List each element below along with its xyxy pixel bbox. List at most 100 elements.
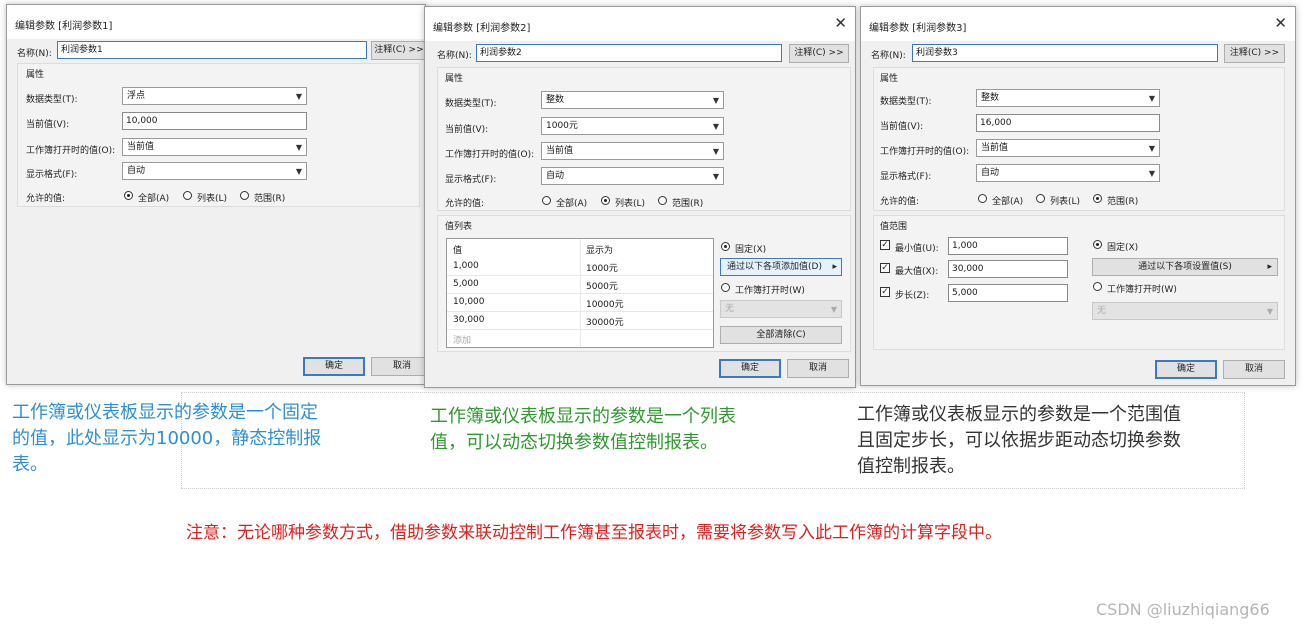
max-label: 最大值(X):	[895, 267, 939, 277]
radio-all[interactable]	[542, 196, 551, 205]
radio-all-label: 全部(A)	[556, 199, 588, 209]
dropdown-arrow-icon: ▼	[712, 96, 719, 105]
value-list[interactable]: 值 显示为 1,000 1000元 5,000 5000元 10,000 100…	[446, 238, 714, 348]
current-value-input[interactable]: 16,000	[976, 114, 1160, 132]
radio-list[interactable]	[183, 191, 192, 200]
current-value-input[interactable]: 10,000	[122, 112, 307, 130]
datatype-value: 整数	[546, 95, 565, 105]
current-value-select[interactable]: 1000元 ▼	[541, 117, 724, 135]
dropdown-arrow-icon: ▼	[712, 122, 719, 131]
note-text: 注意：无论哪种参数方式，借助参数来联动控制工作簿甚至报表时，需要将参数写入此工作…	[186, 523, 1002, 543]
dialog-titlebar[interactable]: 编辑参数 [利润参数1]	[7, 5, 425, 39]
datatype-select[interactable]: 浮点 ▼	[122, 87, 307, 105]
radio-on-open-label: 工作簿打开时(W)	[735, 286, 805, 296]
cancel-button[interactable]: 取消	[787, 359, 849, 378]
value-range-group: 值范围 ✓ 最小值(U): 1,000 ✓ 最大值(X): 30,000 ✓ 步…	[873, 215, 1285, 350]
list-item[interactable]: 10,000 10000元	[447, 293, 713, 312]
radio-all-label: 全部(A)	[138, 194, 170, 204]
list-header: 值 显示为	[447, 239, 713, 257]
list-item[interactable]: 5,000 5000元	[447, 275, 713, 294]
clear-all-button[interactable]: 全部清除(C)	[720, 326, 842, 344]
on-open-select: 无 ▼	[720, 300, 842, 318]
display-format-select[interactable]: 自动 ▼	[122, 162, 307, 180]
set-values-from-button[interactable]: 通过以下各项设置值(S) ▸	[1092, 258, 1278, 276]
display-format-select[interactable]: 自动 ▼	[976, 164, 1160, 182]
radio-range[interactable]	[240, 191, 249, 200]
radio-list-label: 列表(L)	[197, 194, 228, 204]
comment-button[interactable]: 注释(C) >>	[1224, 44, 1285, 63]
name-input[interactable]: 利润参数2	[476, 44, 782, 62]
radio-list-label: 列表(L)	[1050, 197, 1081, 207]
caption-list-value: 工作簿或仪表板显示的参数是一个列表值，可以动态切换参数值控制报表。	[430, 406, 736, 453]
properties-label: 属性	[26, 70, 45, 80]
ok-button[interactable]: 确定	[1155, 360, 1217, 379]
radio-range[interactable]	[1093, 194, 1102, 203]
name-input[interactable]: 利润参数1	[57, 41, 367, 59]
radio-fixed[interactable]	[1093, 240, 1102, 249]
close-icon[interactable]: ✕	[834, 15, 847, 31]
step-input[interactable]: 5,000	[948, 284, 1068, 302]
display-format-value: 自动	[127, 166, 146, 176]
cancel-button[interactable]: 取消	[1223, 360, 1285, 379]
dialog-titlebar[interactable]: 编辑参数 [利润参数3] ✕	[861, 7, 1295, 41]
datatype-select[interactable]: 整数 ▼	[976, 89, 1160, 107]
add-values-from-button[interactable]: 通过以下各项添加值(D) ▸	[720, 258, 842, 276]
comment-button[interactable]: 注释(C) >>	[371, 41, 427, 60]
display-format-label: 显示格式(F):	[445, 175, 497, 185]
ok-button[interactable]: 确定	[303, 357, 365, 376]
min-input[interactable]: 1,000	[948, 237, 1068, 255]
dropdown-arrow-icon: ▼	[1148, 169, 1155, 178]
list-display: 5000元	[586, 282, 618, 292]
edit-parameter-dialog-3: 编辑参数 [利润参数3] ✕ 名称(N): 利润参数3 注释(C) >> 属性 …	[860, 6, 1296, 386]
min-checkbox[interactable]: ✓	[880, 240, 890, 250]
dialog-title: 编辑参数 [利润参数1]	[15, 21, 113, 32]
open-value-select[interactable]: 当前值 ▼	[976, 139, 1160, 157]
chevron-right-icon: ▸	[1267, 262, 1272, 272]
close-icon[interactable]: ✕	[1274, 15, 1287, 31]
list-add-row[interactable]: 添加	[447, 329, 713, 347]
list-item[interactable]: 30,000 30000元	[447, 311, 713, 330]
max-checkbox[interactable]: ✓	[880, 263, 890, 273]
dropdown-arrow-icon: ▼	[712, 147, 719, 156]
display-format-label: 显示格式(F):	[26, 170, 78, 180]
name-input[interactable]: 利润参数3	[912, 44, 1218, 62]
name-label: 名称(N):	[871, 51, 906, 61]
properties-label: 属性	[445, 74, 464, 84]
on-open-value: 无	[1097, 306, 1107, 316]
watermark: CSDN @liuzhiqiang66	[1096, 600, 1270, 619]
list-display: 30000元	[586, 318, 624, 328]
step-checkbox[interactable]: ✓	[880, 287, 890, 297]
on-open-value: 无	[725, 304, 735, 314]
properties-label: 属性	[880, 74, 899, 84]
caption-fixed-value: 工作簿或仪表板显示的参数是一个固定的值，此处显示为10000，静态控制报表。	[12, 402, 322, 475]
datatype-value: 浮点	[127, 91, 146, 101]
radio-on-open[interactable]	[1093, 282, 1102, 291]
ok-button[interactable]: 确定	[719, 359, 781, 378]
radio-on-open[interactable]	[721, 283, 730, 292]
properties-group: 属性 数据类型(T): 浮点 ▼ 当前值(V): 10,000 工作簿打开时的值(…	[17, 63, 420, 207]
max-input[interactable]: 30,000	[948, 260, 1068, 278]
radio-list[interactable]	[601, 196, 610, 205]
radio-fixed-label: 固定(X)	[735, 245, 767, 255]
radio-all[interactable]	[124, 191, 133, 200]
radio-on-open-label: 工作簿打开时(W)	[1107, 285, 1177, 295]
list-display: 10000元	[586, 300, 624, 310]
open-value: 当前值	[981, 143, 1009, 153]
radio-fixed[interactable]	[721, 242, 730, 251]
comment-button[interactable]: 注释(C) >>	[789, 44, 849, 63]
radio-range[interactable]	[658, 196, 667, 205]
name-label: 名称(N):	[437, 51, 472, 61]
list-item[interactable]: 1,000 1000元	[447, 257, 713, 276]
radio-list[interactable]	[1036, 194, 1045, 203]
list-value: 5,000	[453, 279, 479, 289]
radio-all[interactable]	[978, 194, 987, 203]
list-value: 1,000	[453, 261, 479, 271]
open-value-select[interactable]: 当前值 ▼	[541, 142, 724, 160]
radio-list-label: 列表(L)	[615, 199, 646, 209]
radio-range-label: 范围(R)	[1107, 197, 1139, 207]
datatype-select[interactable]: 整数 ▼	[541, 91, 724, 109]
display-format-select[interactable]: 自动 ▼	[541, 167, 724, 185]
dialog-titlebar[interactable]: 编辑参数 [利润参数2] ✕	[425, 7, 855, 41]
guide-line	[181, 392, 1245, 393]
open-value-select[interactable]: 当前值 ▼	[122, 138, 307, 156]
